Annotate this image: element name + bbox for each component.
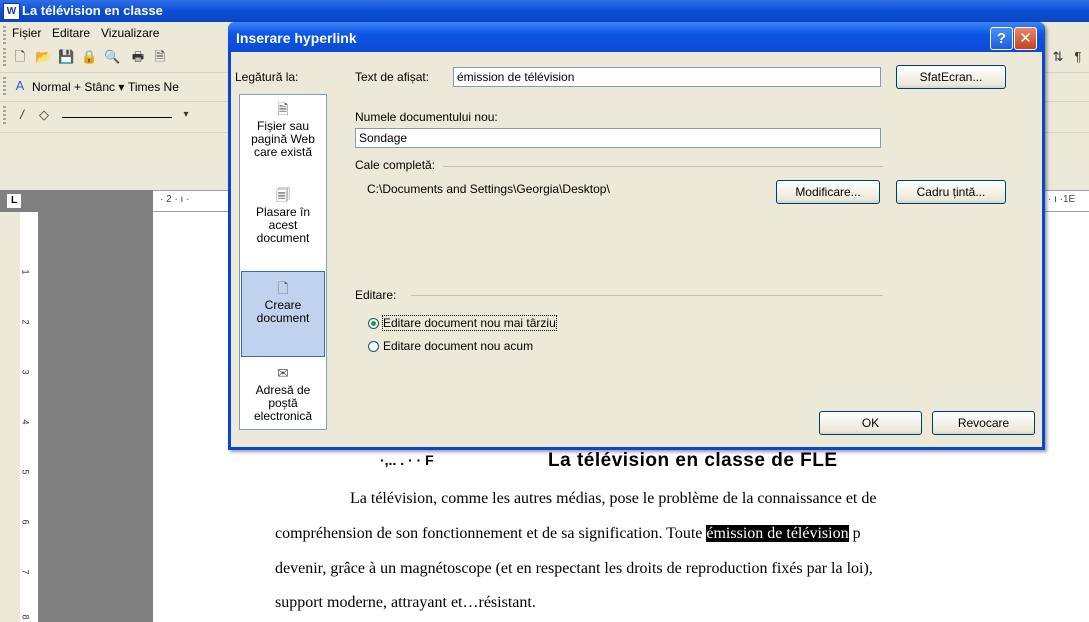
- new-document-icon[interactable]: 🗋: [12, 49, 28, 65]
- text-to-display-input[interactable]: émission de télévision: [453, 67, 881, 87]
- vertical-ruler[interactable]: 1 2 3 4 5 6 7 8: [20, 212, 39, 622]
- paragraph-line-2: compréhension de son fonctionnement et d…: [275, 525, 861, 543]
- save-icon[interactable]: 💾: [58, 49, 74, 65]
- line-style-icon[interactable]: [62, 117, 172, 118]
- toolbar-grip-2: [3, 77, 6, 97]
- link-option-create-document[interactable]: 🗋 Creare document: [241, 271, 325, 357]
- eraser-icon[interactable]: ◇: [36, 107, 52, 123]
- edit-separator: [411, 295, 883, 296]
- new-document-icon: 🗋: [277, 280, 289, 296]
- toolbar-grip-3: [3, 106, 6, 126]
- change-button[interactable]: Modificare...: [776, 180, 880, 204]
- permission-icon[interactable]: 🔒: [81, 49, 97, 65]
- edit-now-radio[interactable]: [368, 341, 379, 352]
- email-icon: ✉: [277, 365, 289, 381]
- toolbar-grip: [3, 48, 6, 68]
- left-strip: [0, 212, 20, 622]
- paragraph-line-4: support moderne, attrayant et…résistant.: [275, 594, 536, 611]
- dialog-body: Legătură la: 🗎 Fișier sau pagină Web car…: [231, 52, 1042, 447]
- paragraph-line-3: devenir, grâce à un magnétoscope (et en …: [275, 560, 873, 577]
- link-to-label: Legătură la:: [235, 70, 299, 84]
- link-option-email[interactable]: ✉ Adresă de poștă electronică: [241, 365, 325, 423]
- word-title-bar: W La télévision en classe: [0, 0, 1089, 22]
- document-heading: La télévision en classe de FLE: [548, 450, 838, 471]
- link-option-existing-file[interactable]: 🗎 Fișier sau pagină Web care există: [241, 101, 325, 159]
- sort-icon[interactable]: ⇅: [1050, 49, 1066, 65]
- edit-later-label[interactable]: Editare document nou mai târziu: [382, 315, 557, 331]
- chevron-down-icon: ▾: [118, 80, 125, 94]
- vruler-number: 8: [20, 614, 31, 620]
- font-combo[interactable]: Times Ne: [128, 77, 179, 97]
- ok-button[interactable]: OK: [819, 411, 922, 435]
- word-window-title: La télévision en classe: [22, 3, 163, 18]
- page-margin-gutter: [38, 212, 153, 622]
- show-hide-icon[interactable]: ¶: [1070, 49, 1086, 65]
- open-folder-icon[interactable]: 📂: [35, 49, 51, 65]
- full-path-label: Cale completă:: [355, 158, 436, 172]
- vruler-number: 7: [20, 569, 31, 575]
- link-option-label: Creare document: [256, 298, 310, 325]
- pen-icon[interactable]: /: [14, 107, 30, 123]
- edit-later-radio[interactable]: [368, 318, 379, 329]
- insert-hyperlink-dialog: Inserare hyperlink ? ✕ Legătură la: 🗎 Fi…: [228, 22, 1045, 450]
- place-in-document-icon: 🗐: [276, 187, 290, 203]
- style-combo-value: Normal + Stânc: [32, 80, 116, 94]
- link-option-label: Adresă de poștă electronică: [253, 383, 313, 423]
- menu-view[interactable]: Vizualizare: [101, 26, 159, 40]
- vruler-number: 2: [20, 319, 31, 325]
- dialog-title-bar: Inserare hyperlink ? ✕: [228, 22, 1045, 52]
- vruler-number: 5: [20, 469, 31, 475]
- vruler-number: 4: [20, 419, 31, 425]
- new-document-name-label: Numele documentului nou:: [355, 110, 498, 124]
- full-path-separator: [443, 166, 883, 167]
- cancel-button[interactable]: Revocare: [932, 411, 1035, 435]
- web-page-icon: 🗎: [277, 101, 289, 117]
- vruler-number: 6: [20, 519, 31, 525]
- screentip-button[interactable]: SfatEcran...: [896, 65, 1006, 89]
- dialog-title: Inserare hyperlink: [236, 30, 357, 46]
- vruler-number: 3: [20, 369, 31, 375]
- target-frame-button[interactable]: Cadru țintă...: [896, 180, 1006, 204]
- close-icon: ✕: [1019, 30, 1032, 47]
- paragraph-line-2-after: p: [848, 525, 861, 542]
- link-option-label: Fișier sau pagină Web care există: [251, 119, 315, 159]
- research-icon[interactable]: 🔍: [104, 49, 120, 65]
- heading-decoration: ·,.. . · · F: [380, 452, 434, 468]
- paragraph-line-1: La télévision, comme les autres médias, …: [350, 490, 877, 507]
- link-option-label: Plasare în acest document: [255, 205, 311, 245]
- close-button[interactable]: ✕: [1014, 27, 1037, 50]
- new-document-name-input[interactable]: Sondage: [355, 128, 881, 148]
- menu-edit[interactable]: Editare: [52, 26, 90, 40]
- help-button[interactable]: ?: [990, 27, 1013, 50]
- ruler-numbers-left: · 2 · ı ·: [160, 194, 190, 205]
- style-combo[interactable]: Normal + Stânc ▾: [32, 77, 124, 97]
- print-icon[interactable]: 🖶: [130, 49, 146, 65]
- word-app-icon: W: [3, 3, 20, 20]
- menu-grip: [3, 26, 6, 46]
- full-path-value: C:\Documents and Settings\Georgia\Deskto…: [367, 182, 610, 196]
- ruler-numbers-right: · ı ·1E: [1048, 194, 1076, 205]
- tab-selector[interactable]: L: [6, 193, 22, 209]
- print-preview-icon[interactable]: 🗎: [152, 49, 168, 65]
- selected-text[interactable]: émission de télévision: [706, 525, 849, 542]
- paragraph-line-2-before: compréhension de son fonctionnement et d…: [275, 525, 707, 542]
- edit-label: Editare:: [355, 288, 397, 302]
- styles-icon[interactable]: A: [12, 78, 28, 94]
- menu-file[interactable]: Fișier: [12, 26, 41, 40]
- link-option-place-in-document[interactable]: 🗐 Plasare în acest document: [241, 187, 325, 245]
- vruler-number: 1: [20, 269, 31, 275]
- link-to-bar: 🗎 Fișier sau pagină Web care există 🗐 Pl…: [239, 94, 327, 430]
- edit-now-label[interactable]: Editare document nou acum: [383, 339, 533, 353]
- text-to-display-label: Text de afișat:: [355, 70, 430, 84]
- line-style-dropdown-icon[interactable]: ▾: [178, 107, 194, 123]
